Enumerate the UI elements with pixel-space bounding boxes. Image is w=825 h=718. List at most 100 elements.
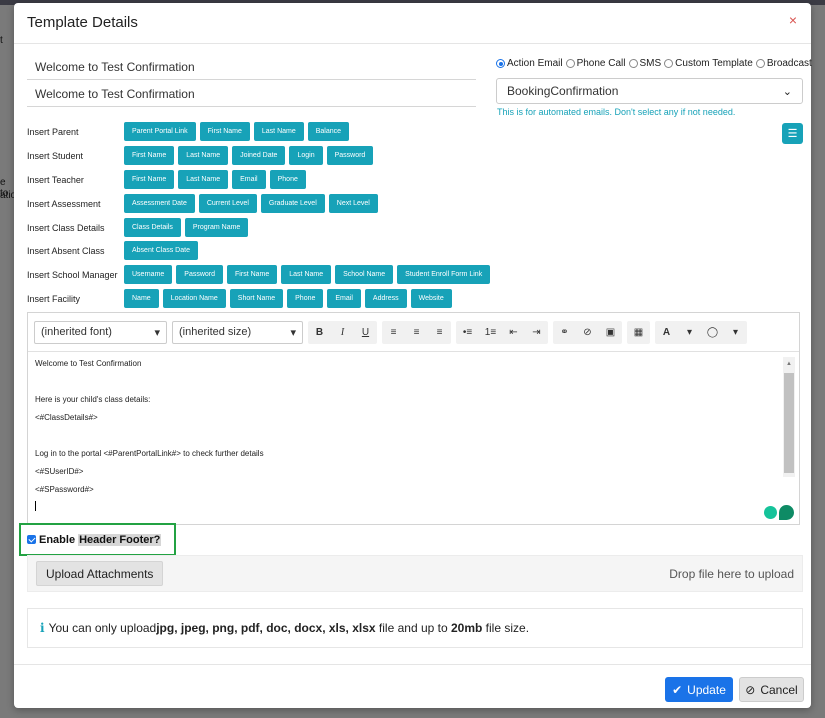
template-select-value: BookingConfirmation [507, 84, 619, 98]
editor-line: <#ClassDetails#> [35, 413, 98, 422]
subject-input[interactable] [27, 54, 476, 80]
link-icon[interactable]: ⚭ [553, 321, 576, 344]
unlink-icon[interactable]: ⊘ [576, 321, 599, 344]
insert-tag-button[interactable]: Program Name [184, 218, 249, 237]
insert-tag-button[interactable]: Last Name [178, 170, 229, 189]
insert-label: Insert Assessment [27, 198, 101, 209]
insert-tag-button[interactable]: Parent Portal Link [124, 122, 196, 141]
check-icon: ✔ [672, 682, 683, 697]
insert-label: Insert Parent [27, 126, 79, 137]
insert-tag-button[interactable]: Username [124, 265, 173, 284]
italic-icon[interactable]: I [331, 321, 354, 344]
insert-tag-button[interactable]: Last Name [281, 265, 332, 284]
insert-tag-button[interactable]: Balance [307, 122, 350, 141]
ban-icon: ⊘ [745, 682, 756, 697]
scroll-up-icon[interactable]: ▲ [786, 361, 792, 367]
insert-tag-button[interactable]: Email [327, 289, 361, 308]
align-center-icon[interactable]: ≡ [405, 321, 428, 344]
insert-tag-button[interactable]: Assessment Date [124, 194, 195, 213]
insert-tag-button[interactable]: Email [232, 170, 266, 189]
insert-tag-button[interactable]: Short Name [229, 289, 284, 308]
align-left-icon[interactable]: ≡ [382, 321, 405, 344]
insert-tag-button[interactable]: First Name [199, 122, 250, 141]
insert-row: Insert Assessment Assessment Date Current … [27, 194, 382, 213]
insert-tag-button[interactable]: Location Name [162, 289, 226, 308]
insert-tag-button[interactable]: Last Name [253, 122, 304, 141]
insert-tag-button[interactable]: Address [364, 289, 407, 308]
radio-sms[interactable]: SMS [628, 58, 661, 69]
color-group: A ▾ ◯ ▾ [655, 320, 747, 344]
insert-tag-button[interactable]: First Name [124, 170, 175, 189]
background-page-bottom [14, 707, 811, 718]
upload-attachments-button[interactable]: Upload Attachments [36, 561, 164, 586]
insert-tag-button[interactable]: Last Name [178, 146, 229, 165]
radio-action-email[interactable]: Action Email [496, 58, 563, 69]
editor-scrollbar[interactable]: ▲ [783, 357, 795, 477]
radio-phone-call[interactable]: Phone Call [565, 58, 626, 69]
indent-icon[interactable]: ⇥ [525, 321, 548, 344]
font-size-select[interactable]: (inherited size) ▾ [172, 320, 303, 344]
radio-broadcast[interactable]: Broadcast [755, 58, 812, 69]
insert-tag-button[interactable]: School Name [335, 265, 394, 284]
image-icon[interactable]: ▣ [599, 321, 622, 344]
insert-label: Insert Absent Class [27, 245, 105, 256]
insert-tag-button[interactable]: Phone [269, 170, 306, 189]
insert-row: Insert Facility Name Location Name Short Na… [27, 289, 456, 308]
insert-tag-button[interactable]: Class Details [124, 218, 181, 237]
insert-tag-button[interactable]: Login [289, 146, 323, 165]
editor-content[interactable]: Welcome to Test Confirmation Here is you… [28, 352, 782, 524]
insert-group: ⚭ ⊘ ▣ [553, 320, 622, 344]
font-family-select[interactable]: (inherited font) ▾ [34, 320, 167, 344]
insert-tag-button[interactable]: Absent Class Date [124, 241, 198, 260]
list-group: •≡ 1≡ ⇤ ⇥ [456, 320, 548, 344]
editor-line [35, 375, 775, 393]
outdent-icon[interactable]: ⇤ [502, 321, 525, 344]
format-group: B I U [308, 320, 377, 344]
insert-tag-button[interactable]: Website [410, 289, 452, 308]
grammarly-widget[interactable] [764, 505, 794, 520]
insert-row: Insert Student First Name Last Name Joined … [27, 146, 377, 165]
insert-tag-button[interactable]: Password [326, 146, 374, 165]
menu-button[interactable]: ☰ [782, 123, 803, 144]
heading-input[interactable] [27, 81, 476, 107]
insert-tag-button[interactable]: Password [176, 265, 224, 284]
scroll-thumb[interactable] [784, 373, 794, 473]
enable-header-footer[interactable]: Enable Header Footer? [19, 523, 176, 556]
grammarly-icon[interactable] [779, 505, 794, 520]
checkbox-checked-icon[interactable] [27, 535, 36, 544]
text-color-icon[interactable]: A [655, 321, 678, 344]
insert-tag-button[interactable]: First Name [124, 146, 175, 165]
radio-custom-template[interactable]: Custom Template [664, 58, 753, 69]
radio-icon [664, 59, 674, 68]
caret-down-icon[interactable]: ▾ [678, 321, 701, 344]
insert-tag-button[interactable]: Phone [287, 289, 324, 308]
allowed-formats: jpg, jpeg, png, pdf, doc, docx, xls, xls… [156, 621, 376, 635]
upload-dropzone[interactable]: Upload Attachments Drop file here to upl… [27, 555, 803, 592]
insert-tag-button[interactable]: Name [124, 289, 159, 308]
update-button[interactable]: ✔ Update [665, 677, 733, 702]
insert-row: Insert Class Details Class Details Program… [27, 218, 252, 237]
table-group: ▦ [627, 320, 650, 344]
close-icon[interactable]: × [789, 12, 797, 28]
insert-label: Insert Class Details [27, 222, 105, 233]
upload-info: i You can only upload jpg, jpeg, png, pd… [27, 608, 803, 648]
background-color-icon[interactable]: ◯ [701, 321, 724, 344]
table-icon[interactable]: ▦ [627, 321, 650, 344]
insert-tag-button[interactable]: Joined Date [232, 146, 286, 165]
insert-tag-button[interactable]: Student Enroll Form Link [397, 265, 491, 284]
lightbulb-icon[interactable] [764, 506, 777, 519]
bold-icon[interactable]: B [308, 321, 331, 344]
cancel-button[interactable]: ⊘ Cancel [739, 677, 804, 702]
align-right-icon[interactable]: ≡ [428, 321, 451, 344]
insert-tag-button[interactable]: Graduate Level [260, 194, 325, 213]
insert-tag-button[interactable]: Current Level [198, 194, 257, 213]
caret-down-icon[interactable]: ▾ [724, 321, 747, 344]
underline-icon[interactable]: U [354, 321, 377, 344]
numbered-list-icon[interactable]: 1≡ [479, 321, 502, 344]
bullet-list-icon[interactable]: •≡ [456, 321, 479, 344]
insert-tag-button[interactable]: First Name [227, 265, 278, 284]
insert-label: Insert Teacher [27, 174, 84, 185]
template-select[interactable]: BookingConfirmation ⌄ [496, 78, 803, 104]
insert-tag-button[interactable]: Next Level [328, 194, 378, 213]
insert-row: Insert Teacher First Name Last Name Email Ph… [27, 170, 310, 189]
